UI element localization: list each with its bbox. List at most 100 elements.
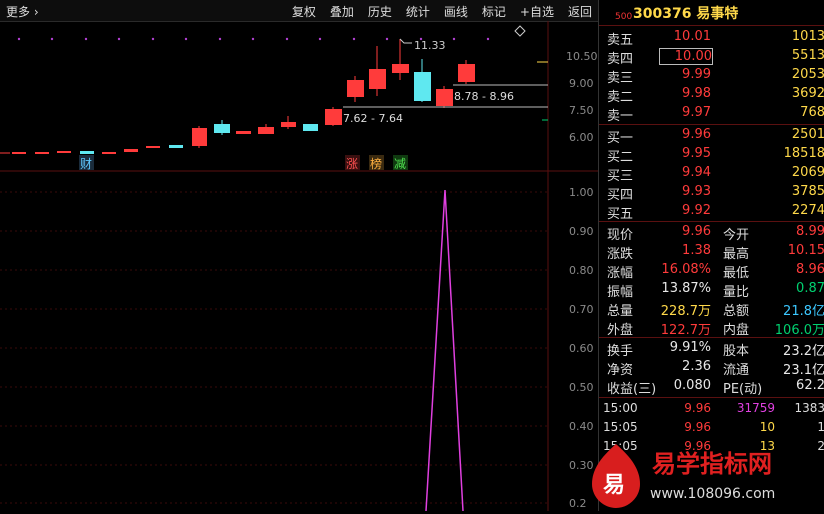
- quote-label: 量比: [723, 285, 750, 300]
- bid-volume: 2274: [791, 203, 824, 218]
- ask-row[interactable]: 卖三 9.99 2053: [599, 66, 824, 86]
- bid-price: 9.93: [682, 184, 711, 199]
- tick-count: 1: [817, 420, 824, 434]
- bid-label: 买三: [607, 169, 634, 184]
- bid-volume: 2069: [791, 165, 824, 180]
- quote-label: 流通: [723, 363, 750, 378]
- quote-value: 0.87: [796, 281, 824, 296]
- chart-area[interactable]: 10.50 9.00 7.50 6.00 1.00 0.90 0.80 0.70…: [0, 21, 598, 512]
- watermark-url: www.108096.com: [650, 486, 775, 502]
- ask-label: 卖四: [607, 52, 634, 67]
- svg-text:榜: 榜: [370, 156, 382, 171]
- price-tick: 9.00: [569, 77, 594, 90]
- svg-text:涨: 涨: [346, 156, 358, 171]
- ask-label: 卖三: [607, 71, 634, 86]
- indicator-tick: 0.2: [569, 497, 587, 510]
- kline-chart-svg[interactable]: 10.50 9.00 7.50 6.00 1.00 0.90 0.80 0.70…: [0, 21, 598, 512]
- bid-price: 9.92: [682, 203, 711, 218]
- tick-row[interactable]: 15:00 9.96 31759 1383: [599, 399, 824, 418]
- indicator-tick: 0.60: [569, 342, 594, 355]
- peak-pointer: [399, 38, 412, 44]
- candle: [192, 128, 207, 146]
- marker-jian[interactable]: 减: [393, 155, 408, 171]
- ask-label: 卖二: [607, 90, 634, 105]
- bid-price: 9.96: [682, 127, 711, 142]
- bid-row[interactable]: 买一 9.96 2501: [599, 126, 824, 146]
- ask-volume: 5513: [791, 48, 824, 63]
- quote-value: 122.7万: [660, 323, 711, 338]
- bid-volume: 18518: [783, 146, 824, 161]
- candle: [392, 64, 409, 73]
- toolbar-item-draw[interactable]: 画线: [444, 3, 468, 20]
- bid-price: 9.94: [682, 165, 711, 180]
- toolbar-item-add-watchlist[interactable]: +自选: [520, 3, 554, 20]
- bid-row[interactable]: 买四 9.93 3785: [599, 183, 824, 203]
- indicator-grid: [0, 191, 548, 504]
- bid-row[interactable]: 买五 9.92 2274: [599, 202, 824, 222]
- quote-label: 净资: [607, 363, 634, 378]
- toolbar-item-history[interactable]: 历史: [368, 3, 392, 20]
- toolbar-item-back[interactable]: 返回: [568, 3, 592, 20]
- marker-cai[interactable]: 财: [79, 155, 94, 171]
- candle: [80, 151, 94, 154]
- tick-time: 15:00: [603, 401, 638, 415]
- stock-code[interactable]: 300376 易事特: [633, 3, 738, 23]
- quote-value: 23.1亿: [783, 363, 824, 378]
- quote-row: 换手 9.91% 股本 23.2亿: [599, 339, 824, 359]
- quote-label: 涨幅: [607, 266, 634, 281]
- indicator-tick: 0.80: [569, 264, 594, 277]
- marker-bang[interactable]: 榜: [369, 155, 384, 171]
- quote-value: 1.38: [682, 243, 711, 258]
- chart-toolbar: 更多 › 复权 叠加 历史 统计 画线 标记 +自选 返回: [0, 0, 598, 22]
- quote-row: 涨幅 16.08% 最低 8.96: [599, 261, 824, 281]
- ask-label: 卖一: [607, 109, 634, 124]
- quote-label: 总额: [723, 304, 750, 319]
- tick-row[interactable]: 15:05 9.96 10 1: [599, 418, 824, 437]
- quote-value: 8.99: [796, 224, 824, 239]
- stock-code-text: 300376: [633, 6, 692, 22]
- quote-row: 总量 228.7万 总额 21.8亿: [599, 299, 824, 319]
- stock-header: 500 300376 易事特: [599, 0, 824, 24]
- candle: [458, 64, 475, 82]
- candle: [35, 152, 49, 154]
- candle: [169, 145, 183, 148]
- ask-label: 卖五: [607, 33, 634, 48]
- quote-label: 外盘: [607, 323, 634, 338]
- bid-label: 买五: [607, 207, 634, 222]
- quote-label: PE(动): [723, 382, 763, 397]
- ask-volume: 3692: [791, 86, 824, 101]
- ask-row[interactable]: 卖五 10.01 1013: [599, 28, 824, 48]
- quote-value: 16.08%: [661, 262, 711, 277]
- marker-zhang[interactable]: 涨: [345, 155, 360, 171]
- quote-label: 今开: [723, 228, 750, 243]
- price-tick: 10.50: [566, 50, 598, 63]
- bid-row[interactable]: 买二 9.95 18518: [599, 145, 824, 165]
- ask-row[interactable]: 卖一 9.97 768: [599, 104, 824, 124]
- toolbar-item-mark[interactable]: 标记: [482, 3, 506, 20]
- quote-label: 现价: [607, 228, 634, 243]
- toolbar-item-fuquan[interactable]: 复权: [292, 3, 316, 20]
- diamond-icon[interactable]: [514, 25, 526, 37]
- divider: [599, 337, 824, 338]
- toolbar-item-stats[interactable]: 统计: [406, 3, 430, 20]
- candle: [303, 124, 318, 131]
- candle: [414, 72, 431, 101]
- quote-row: 净资 2.36 流通 23.1亿: [599, 358, 824, 378]
- ask-row[interactable]: 卖四 10.00 5513: [599, 47, 824, 67]
- bid-row[interactable]: 买三 9.94 2069: [599, 164, 824, 184]
- ask-row[interactable]: 卖二 9.98 3692: [599, 85, 824, 105]
- candle: [124, 149, 138, 152]
- quote-label: 最低: [723, 266, 750, 281]
- candle: [57, 151, 71, 153]
- tick-price: 9.96: [684, 401, 711, 415]
- stock-name: 易事特: [696, 6, 739, 22]
- quote-value: 21.8亿: [783, 304, 824, 319]
- candle: [12, 152, 26, 154]
- bid-label: 买四: [607, 188, 634, 203]
- range-label-top: 8.78 - 8.96: [454, 90, 514, 103]
- more-label: 更多: [6, 5, 31, 19]
- toolbar-item-overlay[interactable]: 叠加: [330, 3, 354, 20]
- price-tick: 7.50: [569, 104, 594, 117]
- ask-volume: 1013: [791, 29, 824, 44]
- more-menu-button[interactable]: 更多 ›: [6, 3, 39, 20]
